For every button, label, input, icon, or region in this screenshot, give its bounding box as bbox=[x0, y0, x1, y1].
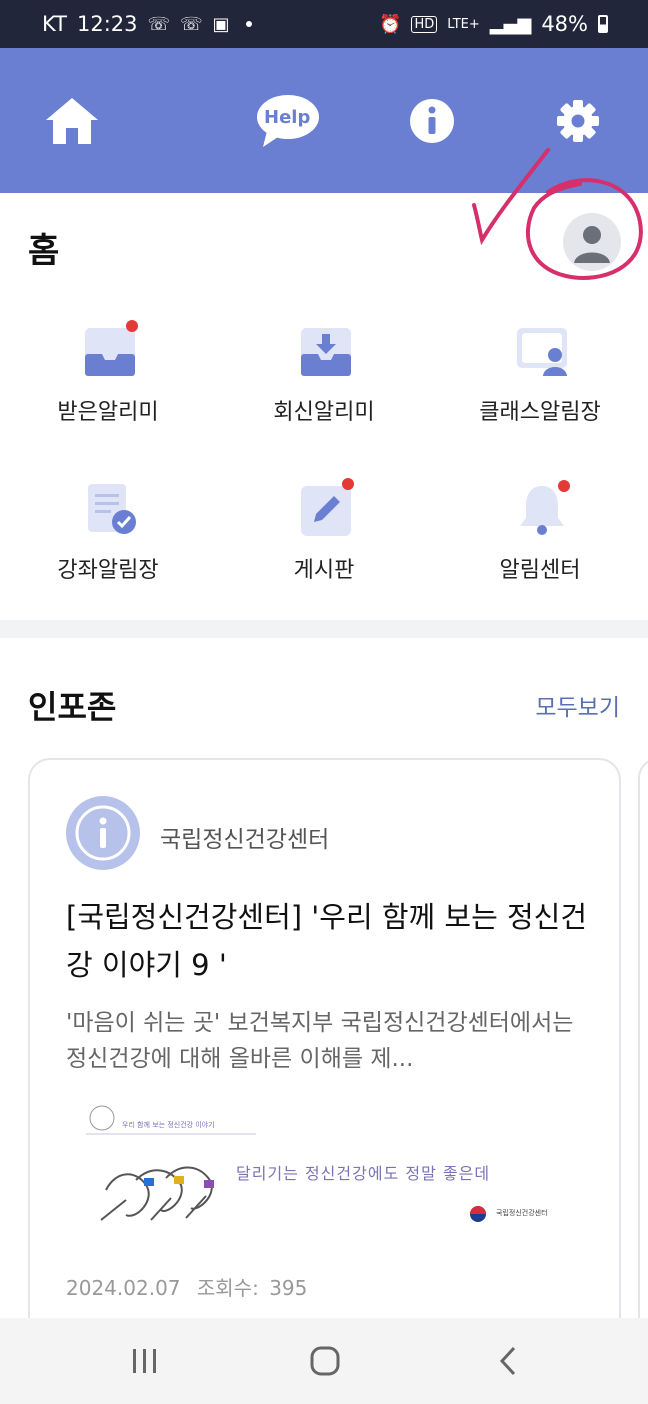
menu-item-course-notice[interactable]: 강좌알림장 bbox=[0, 468, 216, 608]
info-card[interactable]: 국립정신건강센터 [국립정신건강센터] '우리 함께 보는 정신건강 이야기 9… bbox=[28, 758, 621, 1358]
infozone-title: 인포존 bbox=[28, 688, 117, 726]
carrier-label: KT bbox=[42, 12, 67, 36]
class-notice-icon bbox=[517, 328, 567, 376]
badge-dot bbox=[558, 480, 570, 492]
next-card-peek[interactable] bbox=[638, 758, 648, 1358]
info-button[interactable] bbox=[396, 85, 468, 157]
views-count: 395 bbox=[269, 1276, 308, 1300]
course-notice-icon bbox=[88, 484, 136, 534]
menu-item-class-notice[interactable]: 클래스알림장 bbox=[432, 310, 648, 450]
source-avatar bbox=[66, 796, 140, 870]
card-meta: 2024.02.07 조회수: 395 bbox=[66, 1272, 307, 1301]
menu-grid: 받은알리미 회신알리미 클래스알림장 강좌알림장 게시판 알림센터 bbox=[0, 300, 648, 600]
page-title: 홈 bbox=[28, 231, 60, 271]
recent-apps-icon bbox=[133, 1349, 156, 1373]
source-name: 국립정신건강센터 bbox=[160, 827, 330, 853]
top-toolbar: Help bbox=[0, 48, 648, 193]
reply-inbox-icon bbox=[301, 328, 351, 376]
alarm-icon: ⏰ bbox=[379, 13, 402, 35]
thumbnail-caption: 달리기는 정신건강에도 정말 좋은데 bbox=[236, 1164, 491, 1183]
status-bar: KT 12:23 ☏ ☏ ▣ ⏰ HD LTE+ ▂▄▆ 48% bbox=[0, 0, 648, 48]
back-icon bbox=[499, 1346, 516, 1376]
network-type: LTE+ bbox=[447, 16, 480, 32]
menu-item-board[interactable]: 게시판 bbox=[216, 468, 432, 608]
home-circle-icon bbox=[310, 1346, 340, 1376]
menu-item-reply-notice[interactable]: 회신알리미 bbox=[216, 310, 432, 450]
home-icon bbox=[46, 98, 98, 144]
thumbnail-org: 국립정신건강센터 bbox=[496, 1209, 548, 1217]
call-icon: ☏ bbox=[180, 13, 203, 35]
edit-board-icon bbox=[301, 478, 354, 536]
card-date: 2024.02.07 bbox=[66, 1276, 181, 1300]
menu-label: 받은알리미 bbox=[57, 400, 159, 425]
battery-icon bbox=[598, 15, 608, 33]
gear-icon bbox=[557, 100, 599, 142]
hd-icon: HD bbox=[411, 15, 438, 33]
settings-button[interactable] bbox=[542, 85, 614, 157]
battery-level: 48% bbox=[541, 12, 588, 36]
image-icon: ▣ bbox=[212, 13, 230, 35]
home-nav-button[interactable] bbox=[295, 1338, 355, 1384]
notification-dot-icon bbox=[245, 21, 252, 27]
menu-item-received-notice[interactable]: 받은알리미 bbox=[0, 310, 216, 450]
menu-item-alarm-center[interactable]: 알림센터 bbox=[432, 468, 648, 608]
call-icon: ☏ bbox=[147, 13, 171, 35]
clock: 12:23 bbox=[76, 12, 138, 36]
badge-dot bbox=[126, 320, 138, 332]
badge-dot bbox=[342, 478, 354, 490]
menu-label: 클래스알림장 bbox=[479, 400, 601, 425]
help-label: Help bbox=[264, 107, 311, 128]
inbox-icon bbox=[85, 320, 138, 376]
signal-icon: ▂▄▆ bbox=[489, 13, 532, 35]
back-button[interactable] bbox=[478, 1338, 538, 1384]
card-description: '마음이 쉬는 곳' 보건복지부 국립정신건강센터에서는 정신건강에 대해 올바… bbox=[66, 1010, 574, 1072]
card-thumbnail: 우리 함께 보는 정신건강 이야기 달리기는 정신건강에도 정말 좋은데 국립정… bbox=[66, 1090, 586, 1240]
info-icon bbox=[410, 99, 454, 143]
home-header: 홈 bbox=[0, 193, 648, 293]
info-icon bbox=[75, 805, 131, 861]
views-label: 조회수: bbox=[196, 1276, 259, 1300]
bell-icon bbox=[520, 480, 570, 535]
recent-apps-button[interactable] bbox=[115, 1338, 175, 1384]
see-all-link[interactable]: 모두보기 bbox=[535, 688, 620, 722]
thumbnail-header: 우리 함께 보는 정신건강 이야기 bbox=[122, 1121, 215, 1129]
menu-label: 회신알리미 bbox=[273, 400, 375, 425]
menu-label: 게시판 bbox=[293, 558, 355, 583]
menu-label: 강좌알림장 bbox=[57, 558, 159, 583]
avatar-icon bbox=[574, 226, 610, 263]
menu-label: 알림센터 bbox=[499, 558, 581, 583]
card-title: [국립정신건강센터] '우리 함께 보는 정신건강 이야기 9 ' bbox=[66, 900, 588, 982]
system-nav-bar bbox=[0, 1318, 648, 1404]
help-button[interactable]: Help bbox=[252, 85, 324, 157]
profile-button[interactable] bbox=[563, 213, 621, 271]
home-button[interactable] bbox=[36, 85, 108, 157]
section-divider bbox=[0, 620, 648, 638]
